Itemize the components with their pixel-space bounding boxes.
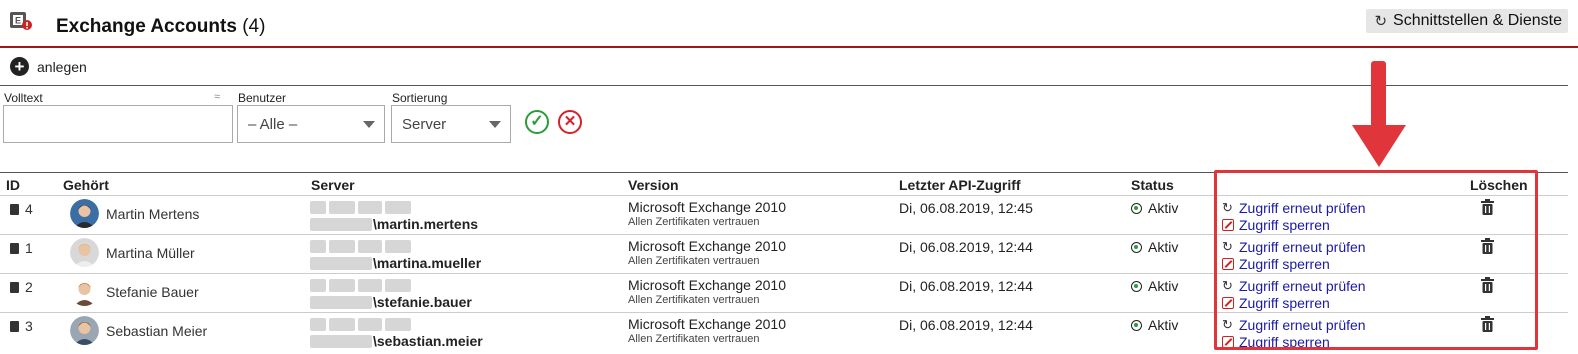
chevron-down-icon <box>489 121 501 128</box>
owner-name[interactable]: Martina Müller <box>106 245 195 261</box>
active-status-icon <box>1131 241 1142 253</box>
server-domain-blurred <box>310 256 372 270</box>
server-address-blurred <box>310 279 411 292</box>
column-header-owner: Gehört <box>63 177 109 193</box>
column-header-version: Version <box>628 177 679 193</box>
version-name: Microsoft Exchange 2010 <box>628 199 786 215</box>
last-api-access: Di, 06.08.2019, 12:44 <box>899 317 1033 333</box>
row-id-cell: 2 <box>10 279 33 295</box>
add-account-label: anlegen <box>37 58 87 75</box>
status-text: Aktiv <box>1148 317 1179 333</box>
user-filter-value: – Alle – <box>248 115 298 133</box>
refresh-icon: ↻ <box>1374 13 1388 30</box>
status-badge: Aktiv <box>1131 239 1178 255</box>
highlight-arrow-head <box>1352 125 1406 167</box>
add-account-button[interactable]: + anlegen <box>10 57 87 76</box>
page-header: E Exchange Accounts (4) ↻ Schnittstellen… <box>0 0 1578 48</box>
column-header-id: ID <box>6 177 20 193</box>
user-filter-label: Benutzer <box>238 91 287 105</box>
document-icon <box>10 281 19 293</box>
services-button[interactable]: ↻ Schnittstellen & Dienste <box>1366 9 1568 33</box>
sort-select[interactable]: Server <box>391 105 511 143</box>
fulltext-input[interactable] <box>3 105 233 143</box>
server-address-blurred <box>310 240 411 253</box>
row-id: 2 <box>25 279 33 295</box>
page-title: Exchange Accounts (4) <box>56 16 265 38</box>
fulltext-label: Volltext <box>4 91 43 105</box>
avatar <box>70 316 99 345</box>
server-username: \sebastian.meier <box>373 333 483 349</box>
document-icon <box>10 320 19 332</box>
active-status-icon <box>1131 280 1142 292</box>
version-note: Allen Zertifikaten vertrauen <box>628 216 760 228</box>
row-id-cell: 1 <box>10 240 33 256</box>
status-text: Aktiv <box>1148 200 1179 216</box>
row-id-cell: 4 <box>10 201 33 217</box>
status-text: Aktiv <box>1148 239 1179 255</box>
services-button-label: Schnittstellen & Dienste <box>1393 12 1562 29</box>
avatar <box>70 238 99 267</box>
active-status-icon <box>1131 202 1142 214</box>
server-address-blurred <box>310 201 411 214</box>
version-cell: Microsoft Exchange 2010 Allen Zertifikat… <box>628 317 786 347</box>
server-domain-blurred <box>310 217 372 231</box>
account-count: (4) <box>242 16 266 37</box>
server-username: \stefanie.bauer <box>373 294 472 310</box>
chevron-down-icon <box>363 121 375 128</box>
version-name: Microsoft Exchange 2010 <box>628 277 786 293</box>
server-domain-blurred <box>310 295 372 309</box>
svg-text:E: E <box>15 16 21 26</box>
row-id-cell: 3 <box>10 318 33 334</box>
document-icon <box>10 242 19 254</box>
version-note: Allen Zertifikaten vertrauen <box>628 255 760 267</box>
last-api-access: Di, 06.08.2019, 12:44 <box>899 278 1033 294</box>
active-status-icon <box>1131 319 1142 331</box>
highlight-arrow-shaft <box>1371 61 1386 127</box>
server-user: \martina.mueller <box>310 255 481 271</box>
version-name: Microsoft Exchange 2010 <box>628 316 786 332</box>
status-text: Aktiv <box>1148 278 1179 294</box>
page-title-text: Exchange Accounts <box>56 16 237 37</box>
avatar <box>70 277 99 306</box>
sort-label: Sortierung <box>392 91 448 105</box>
column-header-server: Server <box>311 177 355 193</box>
status-badge: Aktiv <box>1131 278 1178 294</box>
row-id: 1 <box>25 240 33 256</box>
server-domain-blurred <box>310 334 372 348</box>
owner-name[interactable]: Sebastian Meier <box>106 323 207 339</box>
document-icon <box>10 203 19 215</box>
version-name: Microsoft Exchange 2010 <box>628 238 786 254</box>
version-cell: Microsoft Exchange 2010 Allen Zertifikat… <box>628 200 786 230</box>
last-api-access: Di, 06.08.2019, 12:44 <box>899 239 1033 255</box>
row-id: 3 <box>25 318 33 334</box>
fuzzy-search-icon[interactable]: ≈ <box>214 91 220 103</box>
x-circle-icon[interactable]: ✕ <box>558 110 582 134</box>
server-username: \martin.mertens <box>373 216 479 232</box>
toolbar: + anlegen <box>0 50 1568 86</box>
owner-name[interactable]: Stefanie Bauer <box>106 284 199 300</box>
user-filter-select[interactable]: – Alle – <box>237 105 385 143</box>
column-header-last-access: Letzter API-Zugriff <box>899 177 1021 193</box>
check-circle-icon[interactable]: ✓ <box>525 110 549 134</box>
status-badge: Aktiv <box>1131 317 1178 333</box>
server-user: \stefanie.bauer <box>310 294 472 310</box>
plus-circle-icon: + <box>10 57 29 76</box>
server-username: \martina.mueller <box>373 255 482 271</box>
avatar <box>70 199 99 228</box>
owner-name[interactable]: Martin Mertens <box>106 206 199 222</box>
last-api-access: Di, 06.08.2019, 12:45 <box>899 200 1033 216</box>
version-cell: Microsoft Exchange 2010 Allen Zertifikat… <box>628 239 786 269</box>
version-cell: Microsoft Exchange 2010 Allen Zertifikat… <box>628 278 786 308</box>
version-note: Allen Zertifikaten vertrauen <box>628 294 760 306</box>
row-id: 4 <box>25 201 33 217</box>
version-note: Allen Zertifikaten vertrauen <box>628 333 760 345</box>
sort-value: Server <box>402 115 447 133</box>
column-header-status: Status <box>1131 177 1174 193</box>
status-badge: Aktiv <box>1131 200 1178 216</box>
server-user: \sebastian.meier <box>310 333 483 349</box>
exchange-mail-icon: E <box>10 12 32 30</box>
server-address-blurred <box>310 318 411 331</box>
actions-highlight-box <box>1214 170 1538 350</box>
server-user: \martin.mertens <box>310 216 478 232</box>
